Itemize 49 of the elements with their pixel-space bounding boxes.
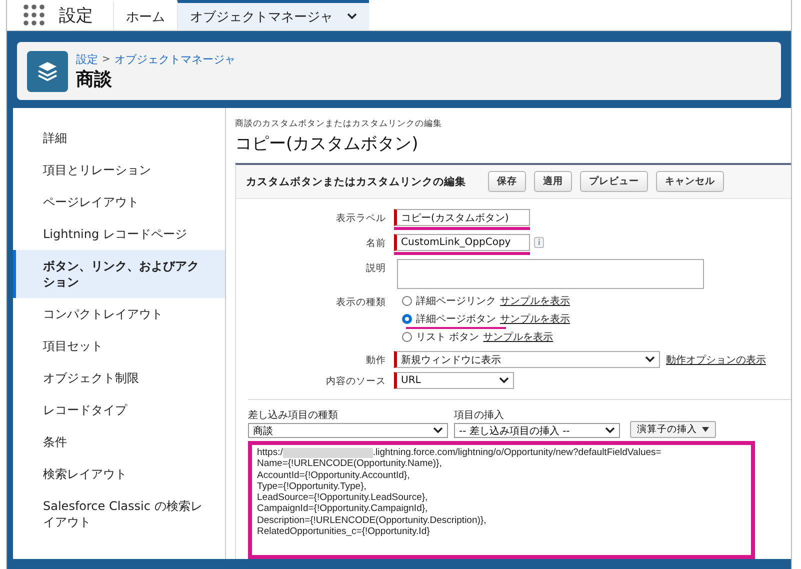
sample-link[interactable]: サンプルを表示: [500, 294, 570, 308]
caret-icon: [433, 427, 443, 434]
breadcrumb-link[interactable]: 設定: [76, 52, 98, 66]
action-options-link[interactable]: 動作オプションの表示: [666, 352, 766, 366]
dropdown-triangle-icon: [702, 427, 709, 432]
panel-button[interactable]: 適用: [534, 171, 572, 192]
sidebar-item[interactable]: ボタン、リンク、およびアクション: [13, 250, 225, 298]
radio-label: 詳細ページボタン: [416, 312, 496, 326]
app-launcher-icon[interactable]: [23, 4, 45, 26]
sample-link[interactable]: サンプルを表示: [500, 312, 570, 326]
object-title: 商談: [76, 68, 113, 90]
panel-button[interactable]: プレビュー: [580, 171, 648, 192]
field-label: 動作: [365, 354, 386, 367]
field-insert-select[interactable]: -- 差し込み項目の挿入 --: [454, 423, 620, 438]
radio-label: 詳細ページリンク: [416, 294, 496, 308]
caret-icon: [645, 356, 655, 363]
text-field[interactable]: コピー(カスタムボタン): [394, 209, 530, 226]
info-icon[interactable]: i: [534, 237, 544, 248]
radio-button[interactable]: [402, 332, 412, 342]
layers-icon: [27, 50, 68, 92]
radio-button[interactable]: [402, 296, 412, 306]
radio-label: リスト ボタン: [416, 330, 480, 344]
description-field[interactable]: [397, 259, 704, 289]
radio-button[interactable]: [402, 314, 412, 324]
page-subtitle: 商談のカスタムボタンまたはカスタムリンクの編集: [235, 118, 443, 130]
sample-link[interactable]: サンプルを表示: [483, 330, 554, 344]
field-type-select[interactable]: 商談: [248, 423, 448, 438]
field-label: 項目の挿入: [454, 408, 505, 422]
field-label: 名前: [365, 237, 386, 250]
field-label: 説明: [365, 262, 386, 275]
panel-button[interactable]: 保存: [488, 171, 526, 192]
breadcrumb-link[interactable]: オブジェクトマネージャ: [114, 52, 236, 66]
breadcrumb-separator: >: [102, 54, 110, 64]
field-label: 差し込み項目の種類: [248, 408, 339, 422]
panel-button[interactable]: キャンセル: [656, 171, 724, 192]
field-label: 内容のソース: [325, 375, 386, 388]
text-field[interactable]: CustomLink_OppCopy: [394, 234, 530, 251]
caret-icon: [499, 377, 509, 384]
select-field[interactable]: 新規ウィンドウに表示: [394, 351, 660, 368]
select-field[interactable]: URL: [394, 372, 514, 389]
formula-field[interactable]: https:/ .lightning.force.com/lightning/o/Opportunity/new?defaultFieldValues= Name={!URLENCODE(Opportunity.Name)}, AccountId={!Opportunity.AccountId}, Type={!Opportunity.Type}, LeadSource={!Opportunity.LeadSource}, CampaignId={!Opportunity.CampaignId}, Description={!URLENCODE(Opportunity.Description)}, RelatedOpportunities_c={!Opportunity.Id}: [248, 441, 755, 559]
page-title: コピー(カスタムボタン): [235, 133, 420, 155]
field-label: 表示の種類: [335, 296, 386, 309]
nav-tab[interactable]: オブジェクトマネージャ: [177, 0, 369, 30]
caret-icon: [605, 427, 615, 434]
app-title: 設定: [59, 4, 94, 26]
operator-button[interactable]: 演算子の挿入: [630, 421, 716, 438]
panel-title: カスタムボタンまたはカスタムリンクの編集: [246, 174, 466, 188]
field-label: 表示ラベル: [335, 212, 386, 225]
